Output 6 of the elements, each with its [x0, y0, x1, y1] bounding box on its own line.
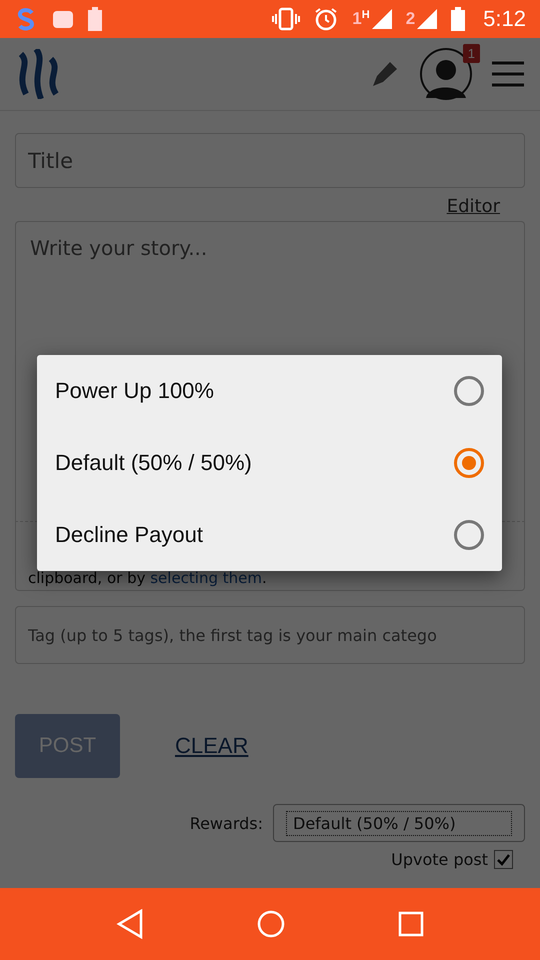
sim-label: 2: [406, 9, 416, 29]
upvote-label: Upvote post: [391, 850, 488, 869]
notification-badge: 1: [462, 44, 480, 63]
rewards-label: Rewards:: [190, 814, 263, 832]
clock-time: 5:12: [483, 6, 526, 32]
hint-text: clipboard, or by selecting them.: [28, 568, 267, 588]
